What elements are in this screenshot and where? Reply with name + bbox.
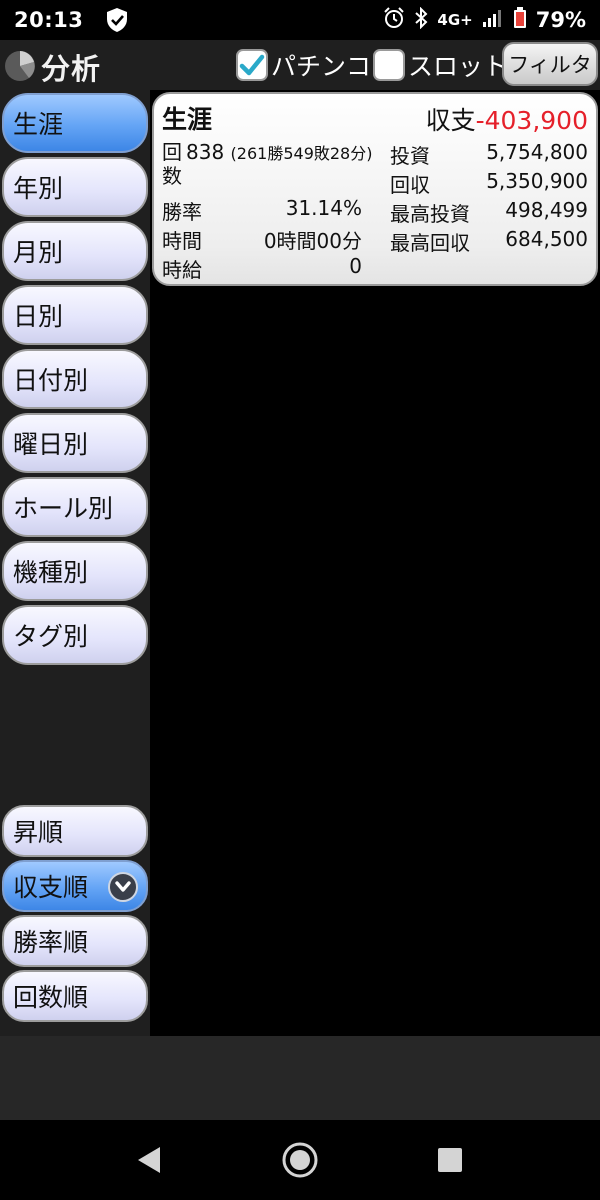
count-value: 838 bbox=[186, 140, 225, 164]
status-icons: 4G+ 79% bbox=[383, 6, 586, 34]
pachinko-filter-toggle[interactable]: パチンコ bbox=[236, 47, 371, 83]
sort-label: 収支順 bbox=[13, 873, 89, 902]
recents-icon[interactable] bbox=[436, 1138, 464, 1182]
balance-value: -403,900 bbox=[475, 106, 588, 135]
sidebar-item-label: 月別 bbox=[13, 238, 64, 267]
sidebar-item-by-weekday[interactable]: 曜日別 bbox=[2, 413, 148, 473]
battery-icon bbox=[513, 6, 527, 34]
hourly-label: 時給 bbox=[162, 258, 202, 282]
sort-by-count-button[interactable]: 回数順 bbox=[2, 970, 148, 1022]
pachinko-checkbox[interactable] bbox=[236, 49, 268, 81]
home-icon[interactable] bbox=[280, 1138, 320, 1182]
time-label: 時間 bbox=[162, 229, 202, 253]
sidebar-item-label: 日別 bbox=[13, 302, 64, 331]
battery-percent: 79% bbox=[535, 8, 586, 32]
sidebar-item-label: 年別 bbox=[13, 174, 64, 203]
filter-button[interactable]: フィルタ bbox=[502, 42, 598, 86]
sidebar-item-label: 曜日別 bbox=[13, 430, 89, 459]
page-title: 分析 bbox=[41, 52, 102, 86]
sidebar-item-lifetime[interactable]: 生涯 bbox=[2, 93, 148, 153]
sidebar-item-label: 生涯 bbox=[13, 110, 64, 139]
bottom-area bbox=[0, 1036, 600, 1120]
time-value: 0時間00分 bbox=[263, 229, 362, 253]
sidebar-item-by-tag[interactable]: タグ別 bbox=[2, 605, 148, 665]
slot-filter-toggle[interactable]: スロット bbox=[373, 47, 508, 83]
max-invest-value: 498,499 bbox=[505, 198, 588, 222]
sidebar-item-by-machine[interactable]: 機種別 bbox=[2, 541, 148, 601]
sort-by-balance-button[interactable]: 収支順 bbox=[2, 860, 148, 912]
invest-label: 投資 bbox=[390, 144, 430, 168]
sort-ascending-button[interactable]: 昇順 bbox=[2, 805, 148, 857]
navigation-bar bbox=[0, 1120, 600, 1200]
sort-label: 勝率順 bbox=[13, 928, 89, 957]
back-icon[interactable] bbox=[134, 1138, 164, 1182]
status-time: 20:13 bbox=[14, 8, 84, 32]
sort-by-winrate-button[interactable]: 勝率順 bbox=[2, 915, 148, 967]
summary-card[interactable]: 生涯 収支-403,900 回数 838 (261勝549敗28分) 勝率 31… bbox=[152, 92, 598, 286]
hourly-value: 0 bbox=[349, 254, 362, 278]
max-invest-label: 最高投資 bbox=[390, 202, 470, 226]
count-label: 回数 bbox=[162, 140, 182, 188]
recover-value: 5,350,900 bbox=[486, 169, 588, 193]
winrate-value: 31.14% bbox=[285, 196, 362, 220]
pachinko-label: パチンコ bbox=[271, 52, 372, 81]
sidebar-item-monthly[interactable]: 月別 bbox=[2, 221, 148, 281]
alarm-icon bbox=[383, 6, 405, 34]
sidebar-item-label: タグ別 bbox=[13, 622, 89, 651]
screen: 20:13 4G+ 79% 分析 パチンコ スロット フィルタ 生涯 年別 月別… bbox=[0, 0, 600, 1200]
network-type: 4G+ bbox=[437, 11, 473, 29]
sidebar-item-label: 機種別 bbox=[13, 558, 89, 587]
balance-label: 収支 bbox=[425, 106, 476, 135]
max-recover-label: 最高回収 bbox=[390, 231, 470, 255]
sidebar-item-label: 日付別 bbox=[13, 366, 89, 395]
pie-chart-icon bbox=[3, 49, 37, 83]
winrate-label: 勝率 bbox=[162, 200, 202, 224]
checkmark-icon bbox=[239, 54, 265, 76]
shield-icon bbox=[105, 7, 129, 33]
count-value-group: 838 (261勝549敗28分) bbox=[186, 140, 372, 164]
app-header: 分析 パチンコ スロット フィルタ bbox=[0, 40, 600, 90]
sort-label: 回数順 bbox=[13, 983, 89, 1012]
chevron-down-icon bbox=[108, 872, 138, 902]
sidebar-item-by-hall[interactable]: ホール別 bbox=[2, 477, 148, 537]
sidebar: 生涯 年別 月別 日別 日付別 曜日別 ホール別 機種別 タグ別 昇順 収支順 bbox=[0, 90, 150, 1036]
sidebar-item-label: ホール別 bbox=[13, 494, 114, 523]
count-row: 回数 bbox=[162, 140, 184, 188]
max-recover-value: 684,500 bbox=[505, 227, 588, 251]
sidebar-item-daily[interactable]: 日別 bbox=[2, 285, 148, 345]
count-detail: (261勝549敗28分) bbox=[230, 144, 373, 163]
sort-label: 昇順 bbox=[13, 818, 64, 847]
slot-label: スロット bbox=[408, 52, 509, 81]
sidebar-item-yearly[interactable]: 年別 bbox=[2, 157, 148, 217]
summary-title: 生涯 bbox=[162, 105, 213, 134]
balance-row: 収支-403,900 bbox=[426, 101, 588, 137]
recover-label: 回収 bbox=[390, 173, 430, 197]
signal-icon bbox=[482, 8, 504, 33]
bluetooth-icon bbox=[414, 6, 428, 34]
sidebar-item-by-date[interactable]: 日付別 bbox=[2, 349, 148, 409]
invest-value: 5,754,800 bbox=[486, 140, 588, 164]
status-bar: 20:13 4G+ 79% bbox=[0, 0, 600, 40]
slot-checkbox[interactable] bbox=[373, 49, 405, 81]
